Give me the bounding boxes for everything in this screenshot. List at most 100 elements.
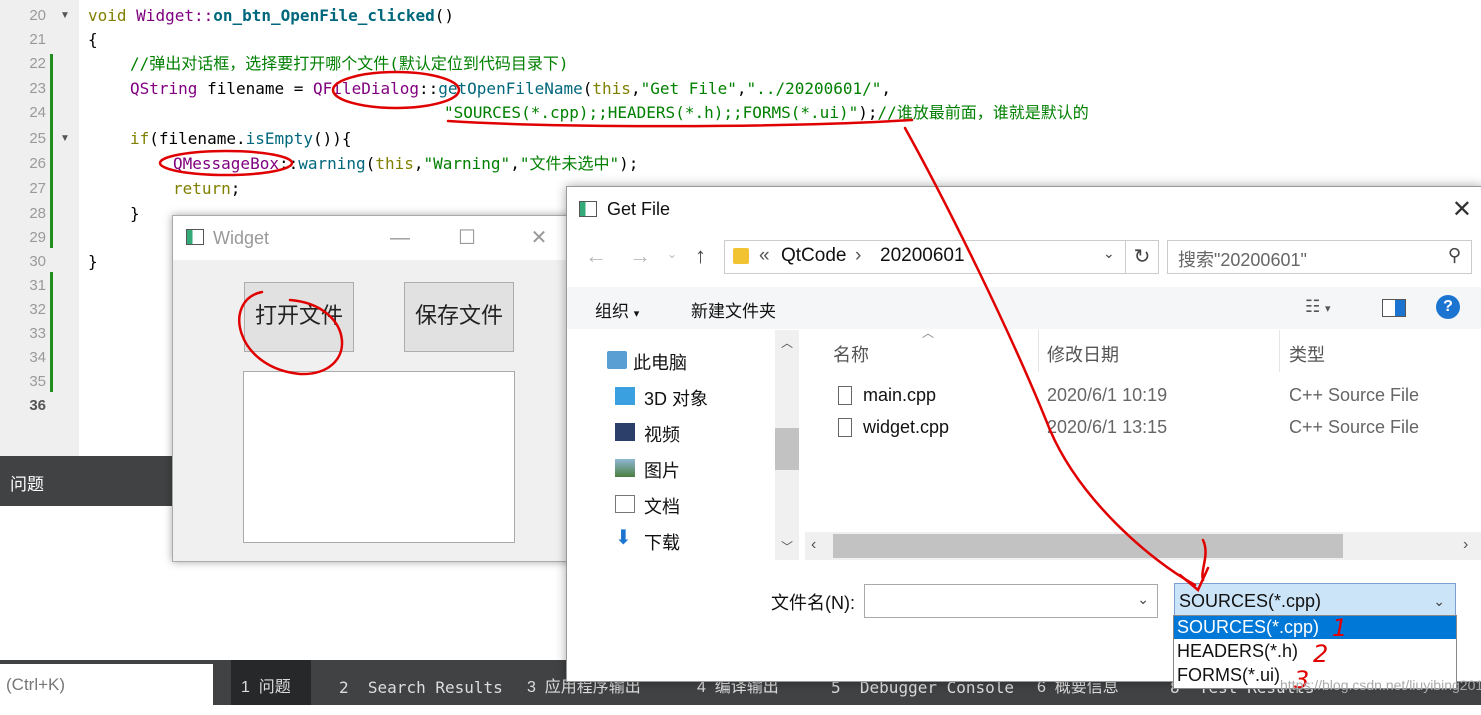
scroll-thumb[interactable] [833,534,1343,558]
nav-item-documents[interactable]: 文档 [615,493,680,519]
search-input[interactable]: 搜索"20200601" ⚲ [1167,240,1472,274]
change-marker [50,54,53,248]
refresh-icon[interactable]: ↻ [1125,240,1159,274]
nav-item-videos[interactable]: 视频 [615,421,680,447]
file-date: 2020/6/1 13:15 [1047,417,1168,437]
breadcrumb-item[interactable]: QtCode [781,245,846,267]
column-header-type[interactable]: 类型 [1289,341,1325,367]
search-icon[interactable]: ⚲ [1448,245,1461,266]
close-icon[interactable]: ✕ [1452,195,1472,224]
scroll-down-icon[interactable]: ﹀ [781,538,793,555]
close-icon[interactable]: ✕ [517,223,561,253]
line-number: 32 [29,301,46,318]
code-line-28: } [130,204,140,223]
code-line-25: if(filename.isEmpty()){ [130,129,352,148]
scroll-right-icon[interactable]: › [1463,536,1468,554]
output-tab-search-results[interactable]: 2 Search Results [339,660,503,705]
file-type: C++ Source File [1289,417,1420,437]
scroll-up-icon[interactable]: ︿ [781,334,793,351]
watermark-text: https://blog.csdn.net/liuyibing2017 [1280,677,1481,693]
download-arrow-icon: ⬇ [615,527,632,549]
line-number: 34 [29,349,46,366]
line-number: 29 [29,229,46,246]
filename-input[interactable]: ⌄ [864,584,1158,618]
navigation-pane: 此电脑 3D 对象 视频 图片 文档 ⬇ 下载 ︿ ﹀ [567,330,805,560]
view-options-icon[interactable]: ☷ ▾ [1305,297,1331,317]
line-number: 22 [29,55,46,72]
chevron-down-icon[interactable]: ⌄ [1137,591,1149,608]
filename-label: 文件名(N): [771,593,855,613]
command-bar: 组织 ▾ 新建文件夹 ☷ ▾ ? [567,287,1481,329]
dialog-window-icon [579,201,597,217]
file-icon [838,418,852,437]
code-line-21: { [88,30,98,49]
column-header-date[interactable]: 修改日期 [1047,341,1119,367]
nav-item-downloads[interactable]: ⬇ 下载 [615,527,680,555]
line-number: 20 [29,7,46,24]
nav-item-this-pc[interactable]: 此电脑 [607,349,687,375]
code-line-20: void Widget::on_btn_OpenFile_clicked() [88,6,455,25]
filter-option[interactable]: HEADERS(*.h) [1174,640,1456,663]
minimize-icon[interactable]: — [378,223,422,253]
organize-menu[interactable]: 组织 ▾ [595,297,639,322]
line-number: 35 [29,373,46,390]
line-number: 30 [29,253,46,270]
code-line-26: QMessageBox::warning(this,"Warning","文件未… [173,154,639,173]
file-list: 名称 ︿ 修改日期 类型 main.cpp 2020/6/1 10:19 C++… [805,326,1481,560]
filter-option[interactable]: SOURCES(*.cpp) [1174,616,1456,639]
maximize-icon[interactable]: ☐ [445,223,489,253]
output-tab-problems[interactable]: 1 问题 [231,660,311,705]
fold-arrow-icon[interactable]: ▼ [60,133,70,144]
picture-icon [615,459,635,477]
breadcrumb-overflow[interactable]: « [759,245,770,267]
code-line-30: } [88,252,98,271]
chevron-down-icon[interactable]: ⌄ [1103,245,1115,262]
code-line-22: //弹出对话框，选择要打开哪个文件(默认定位到代码目录下) [130,54,569,73]
nav-item-pictures[interactable]: 图片 [615,457,680,483]
breadcrumb-separator-icon: › [855,245,862,266]
file-date: 2020/6/1 10:19 [1047,385,1168,405]
line-number-current: 36 [29,397,46,414]
scroll-left-icon[interactable]: ‹ [811,536,816,554]
file-name: widget.cpp [863,417,950,437]
file-list-hscrollbar[interactable]: ‹ › [805,532,1481,560]
film-icon [615,423,635,441]
line-number: 23 [29,80,46,97]
get-file-dialog: Get File ✕ ← → ⌄ ↑ « QtCode › 20200601 ⌄… [566,186,1481,682]
code-line-27: return; [173,179,241,198]
locator-input[interactable]: (Ctrl+K) [0,664,213,705]
change-marker [50,272,53,392]
nav-scrollbar[interactable]: ︿ ﹀ [775,330,799,560]
column-separator[interactable] [1038,330,1039,372]
open-file-button[interactable]: 打开文件 [244,282,354,352]
folder-icon [733,248,749,264]
up-arrow-icon[interactable]: ↑ [695,243,706,269]
widget-titlebar[interactable]: Widget — ☐ ✕ [173,216,573,260]
column-header-name[interactable]: 名称 [833,341,869,367]
line-number: 27 [29,180,46,197]
breadcrumb-item[interactable]: 20200601 [880,245,965,267]
nav-item-3d-objects[interactable]: 3D 对象 [615,385,708,411]
back-arrow-icon[interactable]: ← [585,243,607,269]
code-line-23: QString filename = QFileDialog::getOpenF… [130,79,892,98]
line-number: 31 [29,277,46,294]
line-number: 33 [29,325,46,342]
cube-icon [615,387,635,405]
fold-arrow-icon[interactable]: ▼ [60,10,70,21]
chevron-down-icon[interactable]: ⌄ [1433,584,1445,618]
forward-arrow-icon[interactable]: → [629,243,651,269]
new-folder-button[interactable]: 新建文件夹 [691,297,776,322]
text-edit[interactable] [243,371,515,543]
recent-dropdown-icon[interactable]: ⌄ [667,247,677,261]
line-number-gutter: 20 21 22 23 24 25 26 27 28 29 30 31 32 3… [0,0,79,456]
document-icon [615,495,635,513]
scroll-thumb[interactable] [775,428,799,470]
help-icon[interactable]: ? [1436,295,1460,319]
save-file-button[interactable]: 保存文件 [404,282,514,352]
file-type-filter-select[interactable]: SOURCES(*.cpp) ⌄ [1174,583,1456,617]
address-bar[interactable]: « QtCode › 20200601 ⌄ [724,240,1126,274]
code-line-24: "SOURCES(*.cpp);;HEADERS(*.h);;FORMS(*.u… [444,103,1089,122]
file-type: C++ Source File [1289,385,1420,405]
column-separator[interactable] [1279,330,1280,372]
preview-pane-icon[interactable] [1382,299,1406,317]
